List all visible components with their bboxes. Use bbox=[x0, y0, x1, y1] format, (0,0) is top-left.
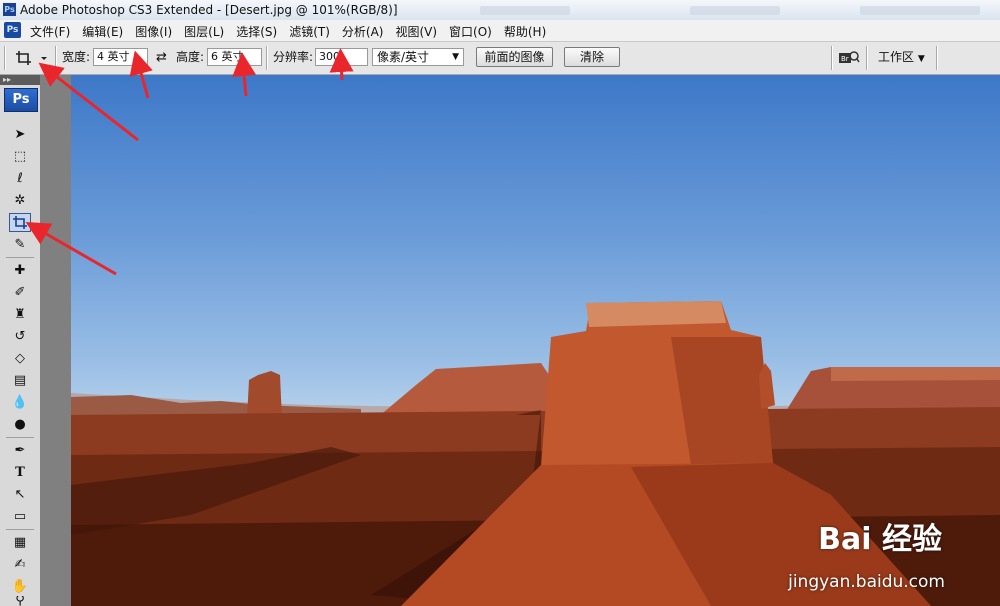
lasso-tool-icon[interactable]: ℓ bbox=[9, 169, 31, 188]
shape-tool-icon[interactable]: ▭ bbox=[9, 507, 31, 526]
type-tool-icon[interactable]: T bbox=[9, 463, 31, 482]
baidu-watermark-url: jingyan.baidu.com bbox=[788, 572, 945, 592]
gradient-tool-icon[interactable]: ▤ bbox=[9, 371, 31, 390]
zoom-tool-icon[interactable]: ⚲ bbox=[9, 596, 31, 606]
healing-brush-tool-icon[interactable]: ✚ bbox=[9, 261, 31, 280]
menu-image[interactable]: 图像(I) bbox=[135, 23, 172, 40]
resolution-label: 分辨率: bbox=[273, 50, 314, 64]
resolution-unit-select[interactable]: 像素/英寸 ▼ bbox=[372, 48, 464, 66]
menu-file[interactable]: 文件(F) bbox=[30, 23, 70, 40]
crop-tool-icon[interactable] bbox=[9, 213, 31, 232]
baidu-watermark: Bai 经验 bbox=[818, 522, 942, 557]
eraser-tool-icon[interactable]: ◇ bbox=[9, 349, 31, 368]
dodge-tool-icon[interactable]: ● bbox=[9, 415, 31, 434]
background-window-tab bbox=[690, 6, 780, 15]
menu-window[interactable]: 窗口(O) bbox=[449, 23, 492, 40]
background-window-tab bbox=[480, 6, 570, 15]
menu-select[interactable]: 选择(S) bbox=[236, 23, 277, 40]
marquee-tool-icon[interactable]: ⬚ bbox=[9, 147, 31, 166]
title-bar: Ps Adobe Photoshop CS3 Extended - [Deser… bbox=[0, 0, 1000, 21]
history-brush-tool-icon[interactable]: ↺ bbox=[9, 327, 31, 346]
window-title: Adobe Photoshop CS3 Extended - [Desert.j… bbox=[20, 3, 398, 17]
magic-wand-tool-icon[interactable]: ✲ bbox=[9, 191, 31, 210]
bridge-icon: Br bbox=[839, 51, 860, 63]
width-field[interactable]: 4 英寸 bbox=[93, 48, 148, 66]
clone-stamp-tool-icon[interactable]: ♜ bbox=[9, 305, 31, 324]
toolbox-divider bbox=[6, 529, 34, 530]
swap-dimensions-icon[interactable]: ⇄ bbox=[156, 48, 167, 67]
brush-tool-icon[interactable]: ✐ bbox=[9, 283, 31, 302]
chevron-down-icon: ▼ bbox=[917, 54, 925, 64]
separator bbox=[936, 46, 938, 70]
clear-button[interactable]: 清除 bbox=[564, 47, 620, 67]
blur-tool-icon[interactable]: 💧 bbox=[9, 393, 31, 412]
svg-text:Br: Br bbox=[841, 55, 849, 63]
toolbox-grip[interactable]: ▸▸ bbox=[0, 75, 40, 85]
front-image-button[interactable]: 前面的图像 bbox=[476, 47, 553, 67]
path-selection-tool-icon[interactable]: ↖ bbox=[9, 485, 31, 504]
workspace-menu[interactable]: 工作区 ▼ bbox=[878, 48, 925, 67]
resolution-field[interactable]: 300 bbox=[315, 48, 368, 66]
workspace-label: 工作区 bbox=[878, 50, 915, 64]
resolution-unit-value: 像素/英寸 bbox=[377, 50, 430, 64]
crop-icon bbox=[13, 216, 27, 229]
ps-menu-icon[interactable]: Ps bbox=[4, 22, 21, 38]
document-canvas[interactable]: Bai 经验 jingyan.baidu.com bbox=[71, 75, 1000, 606]
canvas-margin bbox=[40, 75, 71, 606]
toolbox-divider bbox=[6, 257, 34, 258]
background-window-tab bbox=[860, 6, 980, 15]
menu-filter[interactable]: 滤镜(T) bbox=[289, 23, 330, 40]
menu-edit[interactable]: 编辑(E) bbox=[82, 23, 123, 40]
notes-tool-icon[interactable]: ▦ bbox=[9, 533, 31, 552]
menu-bar: Ps 文件(F) 编辑(E) 图像(I) 图层(L) 选择(S) 滤镜(T) 分… bbox=[0, 20, 1000, 42]
crop-icon bbox=[16, 51, 47, 65]
menu-layer[interactable]: 图层(L) bbox=[184, 23, 224, 40]
photoshop-app-icon: Ps bbox=[3, 3, 16, 16]
chevron-down-icon: ▼ bbox=[452, 52, 459, 62]
slice-tool-icon[interactable]: ✎ bbox=[9, 235, 31, 254]
toolbox: ▸▸ Ps ➤ ⬚ ℓ ✲ ✎ ✚ ✐ ♜ ↺ ◇ ▤ 💧 ● ✒ T ↖ ▭ … bbox=[0, 75, 41, 606]
eyedropper-tool-icon[interactable]: ✍ bbox=[9, 555, 31, 574]
move-tool-icon[interactable]: ➤ bbox=[9, 125, 31, 144]
bridge-button[interactable]: Br bbox=[838, 49, 860, 67]
separator bbox=[55, 46, 57, 70]
options-bar: 宽度: 4 英寸 ⇄ 高度: 6 英寸 分辨率: 300 像素/英寸 ▼ 前面的… bbox=[0, 42, 1000, 75]
width-label: 宽度: bbox=[62, 50, 91, 64]
height-field[interactable]: 6 英寸 bbox=[207, 48, 262, 66]
separator bbox=[866, 46, 868, 70]
separator bbox=[266, 46, 268, 70]
toolbox-divider bbox=[6, 437, 34, 438]
pen-tool-icon[interactable]: ✒ bbox=[9, 441, 31, 460]
menu-view[interactable]: 视图(V) bbox=[395, 23, 437, 40]
height-label: 高度: bbox=[176, 50, 205, 64]
menu-help[interactable]: 帮助(H) bbox=[504, 23, 546, 40]
menu-analysis[interactable]: 分析(A) bbox=[342, 23, 384, 40]
ps-logo[interactable]: Ps bbox=[4, 88, 38, 112]
hand-tool-icon[interactable]: ✋ bbox=[9, 577, 31, 596]
crop-tool-preset-picker[interactable] bbox=[14, 48, 50, 68]
separator bbox=[4, 46, 6, 70]
separator bbox=[831, 46, 833, 70]
